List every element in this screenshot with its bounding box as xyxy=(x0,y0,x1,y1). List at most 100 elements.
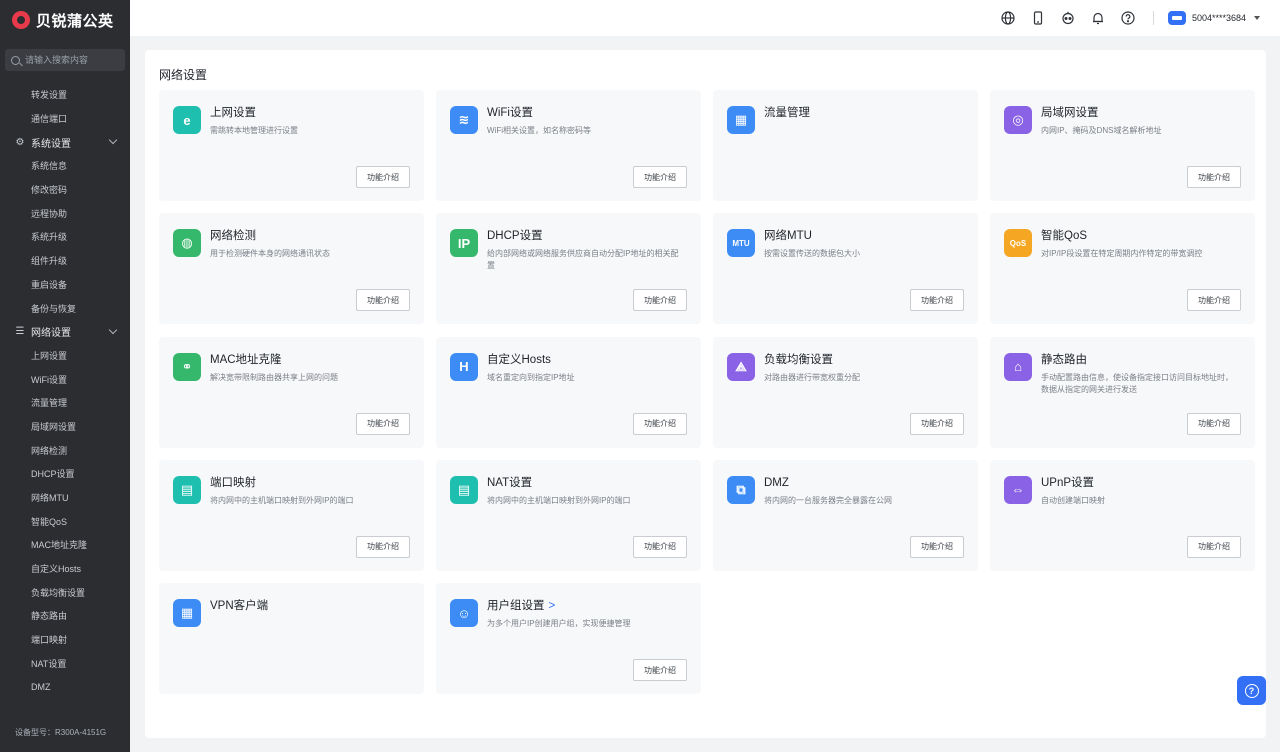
sidebar-item[interactable]: 系统信息 xyxy=(0,154,130,178)
sidebar-item[interactable]: 上网设置 xyxy=(0,344,130,368)
setting-card[interactable]: ⧉ DMZ 将内网的一台服务器完全暴露在公网 功能介绍 xyxy=(713,459,978,571)
sidebar-item[interactable]: 局域网设置 xyxy=(0,415,130,439)
feature-intro-button[interactable]: 功能介绍 xyxy=(1187,166,1241,188)
search-input[interactable] xyxy=(25,55,120,65)
feature-intro-button[interactable]: 功能介绍 xyxy=(1187,535,1241,558)
card-description: 将内网中的主机端口映射到外网IP的端口 xyxy=(487,495,631,505)
logo[interactable]: 贝锐蒲公英 xyxy=(0,0,130,40)
account-icon xyxy=(1167,11,1186,25)
mobile-icon[interactable] xyxy=(1031,11,1045,25)
sidebar-item[interactable]: 组件升级 xyxy=(0,249,130,273)
card-description: 域名重定向到指定IP地址 xyxy=(487,372,575,382)
setting-card[interactable]: ▤ NAT设置 将内网中的主机端口映射到外网IP的端口 功能介绍 xyxy=(436,459,701,571)
card-description: 将内网中的主机端口映射到外网IP的端口 xyxy=(210,495,354,505)
card-title: VPN客户端 xyxy=(210,599,410,614)
sidebar-item[interactable]: NAT设置 xyxy=(0,652,130,676)
feature-intro-button[interactable]: 功能介绍 xyxy=(356,535,410,558)
sidebar-item[interactable]: 备份与恢复 xyxy=(0,296,130,320)
sidebar-item[interactable]: MAC地址克隆 xyxy=(0,533,130,557)
feature-intro-button[interactable]: 功能介绍 xyxy=(633,412,687,435)
feature-intro-button[interactable]: 功能介绍 xyxy=(1187,412,1241,435)
setting-card[interactable]: ≋ WiFi设置 WiFi相关设置，如名称密码等 功能介绍 xyxy=(436,90,701,201)
setting-card[interactable]: e 上网设置 需跳转本地管理进行设置 功能介绍 xyxy=(159,90,424,201)
card-description: 用于检测硬件本身的网络通讯状态 xyxy=(210,249,330,259)
nat-icon: ▤ xyxy=(450,475,478,504)
feature-intro-button[interactable]: 功能介绍 xyxy=(633,535,687,558)
setting-card[interactable]: ◍ 网络检测用于检测硬件本身的网络通讯状态功能介绍 xyxy=(159,213,424,325)
sidebar-item[interactable]: 流量管理 xyxy=(0,391,130,415)
card-title-text: UPnP设置 xyxy=(1041,476,1095,489)
setting-card[interactable]: H 自定义Hosts 域名重定向到指定IP地址 功能介绍 xyxy=(436,336,701,448)
sidebar-item[interactable]: 修改密码 xyxy=(0,178,130,202)
card-title: 网络MTU xyxy=(764,229,964,244)
card-title-text: 静态路由 xyxy=(1041,353,1087,366)
feature-intro-button[interactable]: 功能介绍 xyxy=(356,412,410,435)
sidebar-item[interactable]: 通信端口 xyxy=(0,107,130,131)
help-icon[interactable] xyxy=(1121,11,1135,25)
card-title-text: 用户组设置 xyxy=(487,600,545,613)
sidebar-group-label: 系统设置 xyxy=(31,138,71,150)
card-title: 智能QoS xyxy=(1041,229,1241,244)
setting-card[interactable]: ◎ 局域网设置 内网IP、掩码及DNS域名解析地址 功能介绍 xyxy=(990,90,1255,201)
load-balance-icon: ⟁ xyxy=(727,352,755,381)
feature-intro-button[interactable]: 功能介绍 xyxy=(356,166,410,188)
sidebar-item[interactable]: DMZ xyxy=(0,675,130,699)
setting-card[interactable]: MTU 网络MTU 按需设置传送的数据包大小 功能介绍 xyxy=(713,213,978,325)
setting-card[interactable]: ⌂ 静态路由 手动配置路由信息，使设备指定接口访问目标地址时，数据从指定的网关进行发… xyxy=(990,336,1255,448)
feature-intro-button[interactable]: 功能介绍 xyxy=(910,412,964,435)
card-title-text: 网络检测 xyxy=(210,230,256,243)
sidebar-item[interactable]: 负载均衡设置 xyxy=(0,580,130,604)
setting-card[interactable]: ⚭ MAC地址克隆 解决宽带限制路由器共享上网的问题 功能介绍 xyxy=(159,336,424,448)
sidebar-item[interactable]: DHCP设置 xyxy=(0,462,130,486)
sidebar-item[interactable]: WiFi设置 xyxy=(0,367,130,391)
robot-icon[interactable] xyxy=(1061,11,1075,25)
feature-intro-button[interactable]: 功能介绍 xyxy=(1187,289,1241,312)
wifi-icon: ≋ xyxy=(450,106,478,134)
setting-card[interactable]: ☺ 用户组设置 > 为多个用户IP创建用户组，实现便捷管理 功能介绍 xyxy=(436,583,701,695)
setting-card[interactable]: ⇔ UPnP设置 自动创建端口映射 功能介绍 xyxy=(990,459,1255,571)
feature-intro-button[interactable]: 功能介绍 xyxy=(633,166,687,188)
chevron-right-icon[interactable]: > xyxy=(549,600,556,612)
card-title-text: VPN客户端 xyxy=(210,600,269,613)
setting-card[interactable]: IP DHCP设置 给内部网络或网络服务供应商自动分配IP地址的相关配置 功能介绍 xyxy=(436,213,701,325)
logo-text: 贝锐蒲公英 xyxy=(36,12,114,30)
internet-icon: e xyxy=(173,106,201,134)
sidebar-item[interactable]: 网络检测 xyxy=(0,438,130,462)
sidebar: 贝锐蒲公英 转发设置通信端口 ⚙ 系统设置系统信息修改密码远程协助系统升级组件升级重… xyxy=(0,0,130,752)
feature-intro-button[interactable]: 功能介绍 xyxy=(356,289,410,312)
sidebar-item[interactable]: 网络MTU xyxy=(0,486,130,510)
port-icon: ▤ xyxy=(173,475,201,504)
bell-icon[interactable] xyxy=(1091,11,1105,25)
account-name: 5004****3684 xyxy=(1191,13,1246,23)
sidebar-menu: 转发设置 通信端口 ⚙ 系统设置 系统信息 修改密码 远程协助 系统升级 组件升级 重启设备 备份与… xyxy=(0,83,130,699)
globe-icon[interactable] xyxy=(1001,11,1015,25)
network-check-icon: ◍ xyxy=(173,229,201,258)
account-menu[interactable]: 5004****3684 xyxy=(1167,11,1260,25)
card-title: 负载均衡设置 xyxy=(764,353,964,368)
feature-intro-button[interactable]: 功能介绍 xyxy=(633,289,687,312)
sidebar-item[interactable]: 远程协助 xyxy=(0,201,130,225)
card-description: 对IP/IP段设置在特定周期内作特定的带宽调控 xyxy=(1041,249,1203,259)
setting-card[interactable]: QoS 智能QoS 对IP/IP段设置在特定周期内作特定的带宽调控 功能介绍 xyxy=(990,213,1255,325)
ip-icon: IP xyxy=(450,229,478,258)
setting-card[interactable]: ▦ VPN客户端 xyxy=(159,583,424,695)
card-title: 用户组设置 > xyxy=(487,599,687,614)
sidebar-group[interactable]: ⚙ 系统设置 xyxy=(0,130,130,154)
feature-intro-button[interactable]: 功能介绍 xyxy=(910,289,964,312)
setting-card[interactable]: ⟁ 负载均衡设置 对路由器进行带宽权重分配 功能介绍 xyxy=(713,336,978,448)
sidebar-item[interactable]: 静态路由 xyxy=(0,604,130,628)
sidebar-item[interactable]: 重启设备 xyxy=(0,273,130,297)
sidebar-item[interactable]: 端口映射 xyxy=(0,628,130,652)
sidebar-item[interactable]: 智能QoS xyxy=(0,509,130,533)
feature-intro-button[interactable]: 功能介绍 xyxy=(910,535,964,558)
feature-intro-button[interactable]: 功能介绍 xyxy=(633,659,687,682)
sidebar-item[interactable]: 系统升级 xyxy=(0,225,130,249)
setting-card[interactable]: ▤ 端口映射 将内网中的主机端口映射到外网IP的端口 功能介绍 xyxy=(159,459,424,571)
card-title-text: MAC地址克隆 xyxy=(210,353,282,366)
help-float-button[interactable]: ? xyxy=(1237,676,1266,705)
card-description: 解决宽带限制路由器共享上网的问题 xyxy=(210,372,338,382)
sidebar-group[interactable]: ☰ 网络设置 xyxy=(0,320,130,344)
setting-card[interactable]: ▦ 流量管理 xyxy=(713,90,978,201)
sidebar-item[interactable]: 自定义Hosts xyxy=(0,557,130,581)
sidebar-item[interactable]: 转发设置 xyxy=(0,83,130,107)
